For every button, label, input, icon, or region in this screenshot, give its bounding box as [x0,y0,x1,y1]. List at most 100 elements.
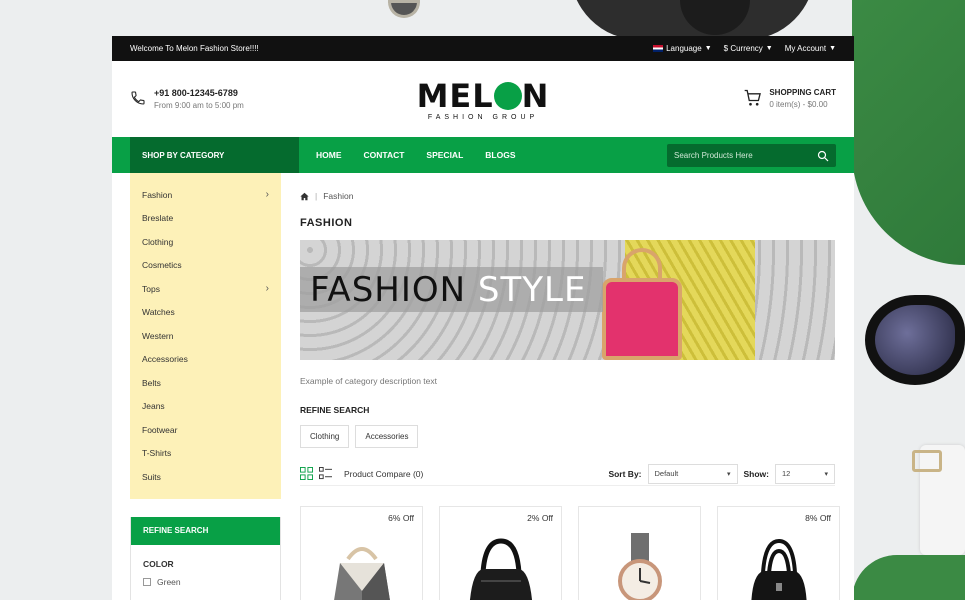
category-label: Tops [142,283,160,294]
discount-badge: 8% Off [805,513,831,523]
sidebar-refine-panel: REFINE SEARCH COLOR Green [130,516,281,600]
opening-hours: From 9:00 am to 5:00 pm [154,101,244,110]
decor-stone [388,0,420,18]
logo-subtitle: FASHION GROUP [427,114,539,121]
category-banner: FASHION STYLE [300,240,835,360]
decor-leaf-top [852,0,965,265]
flag-icon [653,45,664,52]
shopping-cart[interactable]: SHOPPING CART 0 item(s) - $0.00 [743,88,836,109]
handbag-image [333,547,390,600]
breadcrumb-current[interactable]: Fashion [323,191,353,201]
banner-word-1: FASHION [310,269,467,310]
home-icon[interactable] [300,192,309,201]
toolbar-controls: Sort By: Default ▾ Show: 12 ▾ [608,463,835,484]
handbag-image [750,538,807,600]
nav-special[interactable]: SPECIAL [426,150,463,160]
category-item[interactable]: Breslate [130,207,281,231]
product-card[interactable]: 8% Off [717,506,840,600]
chevron-down-icon: ▾ [726,470,731,478]
category-label: Belts [142,377,161,388]
account-dropdown[interactable]: My Account ▼ [785,44,836,53]
category-item[interactable]: Suits [130,465,281,489]
category-item[interactable]: Clothing [130,230,281,254]
currency-label: $ Currency [723,44,763,53]
product-card[interactable]: 2% Off [439,506,562,600]
show-select[interactable]: 12 ▾ [775,463,835,484]
refine-chip-clothing[interactable]: Clothing [300,425,350,448]
product-grid: 6% Off 2% Off 8% Off [300,506,840,600]
category-item[interactable]: Belts [130,371,281,395]
category-label: Cosmetics [142,260,182,271]
search-box [667,144,836,167]
language-dropdown[interactable]: Language ▼ [653,44,712,53]
checkbox[interactable] [143,577,151,586]
store-logo[interactable]: MEL N FASHION GROUP [415,79,551,121]
category-item[interactable]: Watches [130,301,281,325]
breadcrumb-separator: | [315,191,318,201]
product-card[interactable]: 6% Off [300,506,423,600]
category-item[interactable]: Jeans [130,395,281,419]
refine-body: COLOR Green [131,545,280,600]
nav-home[interactable]: HOME [316,150,342,160]
product-compare-link[interactable]: Product Compare (0) [344,469,423,479]
banner-caption: FASHION STYLE [300,267,603,312]
chevron-down-icon: ▼ [829,45,836,52]
nav-links: HOME CONTACT SPECIAL BLOGS [316,150,516,160]
search-input[interactable] [667,151,817,160]
sidebar: Fashion › Breslate Clothing Cosmetics Top… [130,173,281,600]
category-label: Footwear [142,424,178,435]
decor-sunglasses [865,295,965,385]
category-item[interactable]: Accessories [130,348,281,372]
product-card[interactable] [578,506,701,600]
logo-o-circle [493,82,522,110]
decor-buckle [912,450,942,472]
category-item[interactable]: Footwear [130,418,281,442]
list-view-icon[interactable] [319,467,332,480]
top-bar: Welcome To Melon Fashion Store!!!! Langu… [112,36,854,61]
product-toolbar: Product Compare (0) Sort By: Default ▾ Sh… [300,462,835,486]
category-label: Jeans [142,401,165,412]
show-label: Show: [743,468,770,479]
chevron-down-icon: ▾ [824,470,828,478]
phone-number: +91 800-12345-6789 [154,88,238,98]
currency-dropdown[interactable]: $ Currency ▼ [724,44,773,53]
language-label: Language [666,44,702,53]
search-icon[interactable] [817,150,829,162]
banner-word-2: STYLE [477,269,587,310]
category-item[interactable]: Cosmetics [130,254,281,278]
color-filter-label: COLOR [143,558,174,569]
sort-select[interactable]: Default ▾ [647,463,738,484]
shop-by-category-button[interactable]: SHOP BY CATEGORY [130,137,299,173]
chevron-down-icon: ▼ [704,45,712,52]
sort-label: Sort By: [608,468,642,479]
category-list: Fashion › Breslate Clothing Cosmetics Top… [130,173,281,499]
category-item[interactable]: Tops › [130,277,281,301]
top-bar-menu: Language ▼ $ Currency ▼ My Account ▼ [653,44,836,53]
category-item[interactable]: Western [130,324,281,348]
phone-icon [131,91,145,105]
category-item[interactable]: Fashion › [130,183,281,207]
logo-wordmark: MEL N [415,79,551,113]
watch-image [617,533,662,600]
category-label: Western [142,330,174,341]
cart-icon [744,89,762,106]
discount-badge: 6% Off [388,513,414,523]
category-item[interactable]: T-Shirts [130,442,281,466]
color-option-label: Green [157,576,181,587]
grid-view-icon[interactable] [300,467,313,480]
category-label: Fashion [142,189,173,200]
category-label: Breslate [142,213,174,224]
nav-contact[interactable]: CONTACT [364,150,405,160]
color-option-green[interactable]: Green [143,577,268,587]
decor-leaf-bottom [852,555,965,600]
category-label: Clothing [142,236,174,247]
refine-chip-accessories[interactable]: Accessories [355,425,419,448]
chevron-down-icon: ▼ [765,45,773,52]
handbag-image [469,538,532,600]
chevron-right-icon: › [265,189,269,201]
sort-value: Default [654,469,679,478]
nav-blogs[interactable]: BLOGS [485,150,515,160]
welcome-text: Welcome To Melon Fashion Store!!!! [130,44,259,53]
refine-chips: Clothing Accessories [300,425,419,448]
breadcrumb: | Fashion [300,191,353,201]
